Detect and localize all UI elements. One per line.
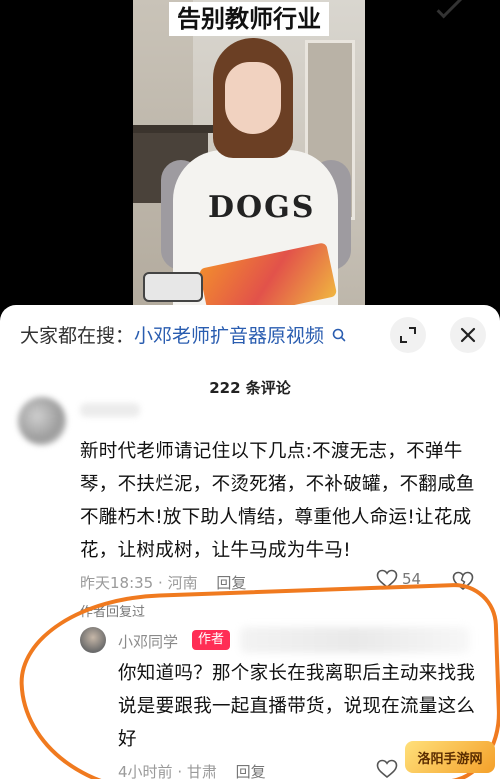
reply-button[interactable]: 回复 [236, 763, 266, 779]
reply-author-name[interactable]: 小邓同学 [118, 631, 178, 652]
video-frame[interactable]: DOGS 告别教师行业 [133, 0, 365, 310]
heart-icon [376, 569, 398, 589]
comment-meta: 昨天18:35 · 河南 回复 [80, 572, 246, 593]
author-replied-tag[interactable]: 作者回复过 [80, 601, 145, 620]
reply-separator: · [177, 763, 187, 779]
comment-sheet: 大家都在搜：小邓老师扩音器原视频 222 条评论 新时代老师请记住以下几点:不渡… [0, 305, 500, 779]
heart-icon [376, 759, 398, 779]
close-button[interactable] [450, 317, 486, 353]
author-badge: 作者 [192, 630, 231, 650]
reply-location: 甘肃 [186, 763, 217, 779]
search-query-link[interactable]: 小邓老师扩音器原视频 [134, 325, 324, 347]
collapse-button[interactable] [390, 317, 426, 353]
comment-text[interactable]: 新时代老师请记住以下几点:不渡无志，不弹牛琴，不扶烂泥，不烫死猪，不补破罐，不翻… [80, 435, 485, 567]
comment-location: 河南 [167, 574, 198, 592]
chevron-icon[interactable] [436, 0, 464, 19]
search-arrow-icon[interactable] [332, 328, 346, 346]
author-avatar[interactable] [80, 627, 106, 653]
like-count: 54 [402, 570, 422, 588]
broken-heart-icon [452, 571, 474, 591]
avatar[interactable] [18, 397, 66, 445]
search-prefix: 大家都在搜： [20, 325, 135, 347]
video-title-banner: 告别教师行业 [133, 0, 365, 36]
reply-time: 4小时前 [118, 763, 173, 779]
reply-meta: 4小时前 · 甘肃 回复 [118, 761, 266, 779]
close-icon [460, 327, 476, 343]
reply-button[interactable]: 回复 [216, 574, 246, 592]
like-button[interactable]: 54 [376, 569, 421, 589]
dislike-button[interactable] [452, 571, 474, 595]
video-title-text: 告别教师行业 [169, 2, 329, 36]
watermark-text: 洛阳手游网 [417, 751, 483, 767]
username-blurred [80, 403, 140, 417]
screen: DOGS 告别教师行业 大家都在搜：小邓老师扩音器原视频 222 条评论 新时代… [0, 0, 500, 779]
search-suggestion[interactable]: 大家都在搜：小邓老师扩音器原视频 [20, 321, 346, 348]
collapse-icon [400, 327, 416, 343]
search-suggestion-bar[interactable]: 大家都在搜：小邓老师扩音器原视频 [0, 305, 500, 365]
comment-count: 222 条评论 [209, 379, 291, 397]
video-player[interactable]: DOGS 告别教师行业 [0, 0, 500, 310]
blurred-reply-target [240, 627, 470, 653]
shirt-print-text: DOGS [208, 190, 316, 225]
site-watermark: 洛阳手游网 [405, 741, 495, 773]
comment-time: 昨天18:35 [80, 574, 154, 592]
like-button[interactable] [376, 759, 398, 779]
comment-separator: · [158, 574, 168, 592]
background-shelf [133, 125, 213, 133]
loudspeaker-device [143, 272, 203, 302]
person-face [225, 62, 281, 134]
